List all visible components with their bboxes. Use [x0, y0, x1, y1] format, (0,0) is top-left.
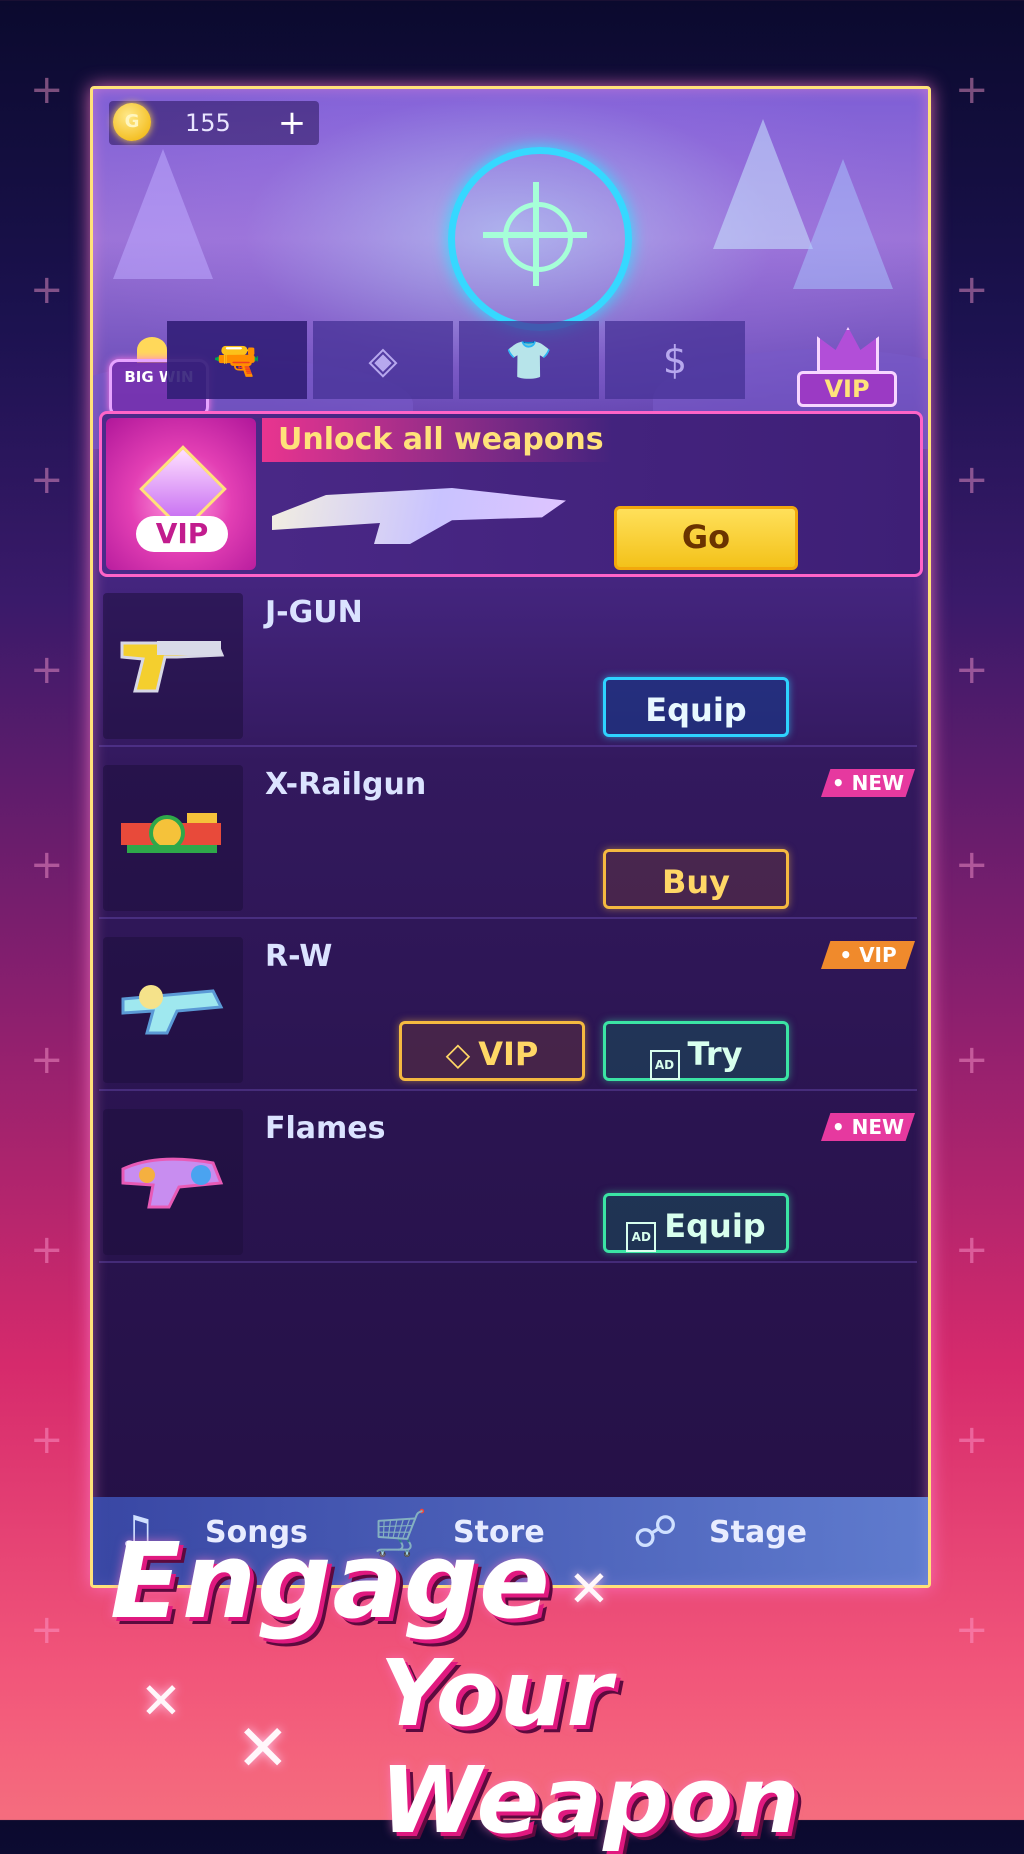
crosshair-icon	[448, 147, 632, 331]
vip-promo-banner[interactable]: VIP Unlock all weapons Go	[99, 411, 923, 577]
decor-plus: +	[30, 267, 64, 313]
decor-plus: +	[955, 67, 989, 113]
crosshair-line	[483, 232, 587, 238]
decor-plus: +	[30, 1037, 64, 1083]
weapon-name: R-W	[265, 939, 333, 974]
vip-badge-label: VIP	[797, 371, 897, 407]
sparkle-icon: ✕	[140, 1672, 182, 1730]
vip-tag: • VIP	[821, 941, 915, 969]
new-tag: • NEW	[821, 769, 915, 797]
go-button[interactable]: Go	[614, 506, 798, 570]
decor-plus: +	[30, 1227, 64, 1273]
decor-plus: +	[30, 647, 64, 693]
decor-plus: +	[955, 1417, 989, 1463]
weapon-thumbnail	[103, 765, 243, 911]
banner-title: Unlock all weapons	[278, 422, 604, 457]
railgun-icon	[121, 813, 221, 853]
currency-bar: G 155 +	[109, 101, 319, 145]
video-ad-icon: AD	[649, 1050, 680, 1080]
equip-button[interactable]: Equip	[603, 677, 789, 737]
game-screen: G 155 + BIG WIN 🔫 ◈ 👕 $ VIP VIP Unlock a…	[90, 86, 931, 1588]
vip-badge-button[interactable]: VIP	[789, 327, 899, 409]
tab-outfits[interactable]: 👕	[459, 321, 599, 399]
weapon-row: R-W • VIP ◇ VIP AD Try	[99, 933, 917, 1091]
weapon-thumbnail	[103, 937, 243, 1083]
tab-targets[interactable]: ◈	[313, 321, 453, 399]
weapon-name: X-Railgun	[265, 767, 427, 802]
tree-decor	[113, 149, 213, 279]
diamond-outline-icon: ◇	[445, 1035, 471, 1073]
decor-plus: +	[955, 457, 989, 503]
vip-unlock-button[interactable]: ◇ VIP	[399, 1021, 585, 1081]
decor-plus: +	[30, 67, 64, 113]
tree-decor	[793, 159, 893, 289]
shirt-icon: 👕	[505, 337, 553, 382]
video-ad-icon: AD	[626, 1222, 657, 1252]
pistol-icon: 🔫	[213, 337, 261, 382]
flame-gun-icon	[121, 1157, 224, 1209]
coin-icon: G	[113, 103, 151, 141]
weapon-row: J-GUN Equip	[99, 589, 917, 747]
vip-crest-label: VIP	[136, 516, 228, 552]
weapon-row: Flames • NEW AD Equip	[99, 1105, 917, 1263]
try-ad-button[interactable]: AD Try	[603, 1021, 789, 1081]
decor-plus: +	[955, 267, 989, 313]
buy-button[interactable]: Buy	[603, 849, 789, 909]
new-tag: • NEW	[821, 1113, 915, 1141]
diamond-tile-icon: ◈	[368, 338, 398, 382]
add-coins-button[interactable]: +	[269, 103, 315, 143]
weapon-row: X-Railgun • NEW Buy	[99, 761, 917, 919]
weapon-showcase-image	[272, 488, 566, 544]
decor-plus: +	[955, 1037, 989, 1083]
nav-stage[interactable]: Stage	[709, 1515, 807, 1550]
decor-plus: +	[955, 647, 989, 693]
weapon-thumbnail	[103, 1109, 243, 1255]
dollar-icon: $	[662, 338, 688, 382]
decor-plus: +	[30, 842, 64, 888]
decor-plus: +	[30, 1417, 64, 1463]
coin-amount: 155	[185, 109, 231, 137]
stage-node-icon: ☍	[633, 1507, 678, 1558]
tab-shop[interactable]: $	[605, 321, 745, 399]
weapon-name: J-GUN	[265, 595, 363, 630]
tagline-line-1: Engage	[110, 1520, 551, 1642]
crown-icon	[817, 327, 879, 373]
blaster-icon	[121, 985, 224, 1035]
vip-crest-image: VIP	[106, 418, 256, 570]
sparkle-icon: ✕	[236, 1712, 290, 1786]
pistol-icon	[120, 641, 225, 693]
weapon-name: Flames	[265, 1111, 386, 1146]
tagline-line-2: Your Weapon	[380, 1640, 801, 1854]
sparkle-icon: ✕	[568, 1560, 610, 1618]
tab-weapons[interactable]: 🔫	[167, 321, 307, 399]
decor-plus: +	[30, 1607, 64, 1653]
decor-plus: +	[955, 842, 989, 888]
weapon-thumbnail	[103, 593, 243, 739]
decor-plus: +	[955, 1227, 989, 1273]
equip-ad-button[interactable]: AD Equip	[603, 1193, 789, 1253]
decor-plus: +	[30, 457, 64, 503]
